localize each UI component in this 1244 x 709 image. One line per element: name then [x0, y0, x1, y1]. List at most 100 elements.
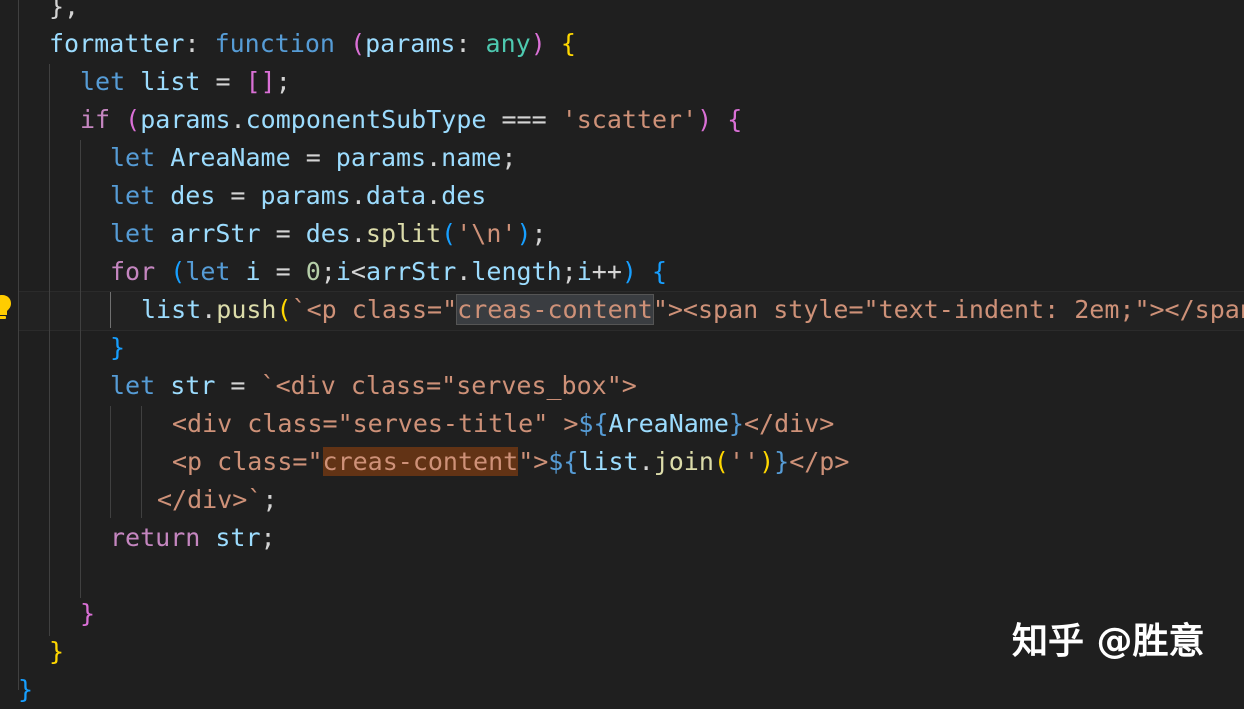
code-token: =	[260, 257, 306, 286]
code-token: any	[485, 29, 531, 58]
code-token: :	[184, 29, 215, 58]
code-token: let	[110, 181, 156, 210]
code-token: i	[576, 257, 592, 286]
code-token: )	[621, 257, 637, 286]
code-token: ;	[320, 257, 336, 286]
code-line[interactable]: }	[49, 633, 64, 671]
code-token: =	[290, 143, 336, 172]
code-token: },	[49, 0, 80, 21]
code-token: split	[365, 219, 442, 248]
code-line[interactable]: </div>`;	[157, 481, 277, 519]
code-token: .	[350, 181, 366, 210]
code-line[interactable]: }	[110, 329, 125, 367]
code-token: </p>	[789, 447, 850, 476]
code-line[interactable]: list.push(`<p class="creas-content"><spa…	[141, 291, 1244, 329]
code-token: =	[215, 181, 261, 210]
code-token: ">	[518, 447, 549, 476]
code-token: ${	[578, 409, 609, 438]
code-token: )	[759, 447, 775, 476]
code-token: ;	[531, 219, 547, 248]
code-line[interactable]: formatter: function (params: any) {	[49, 25, 576, 63]
code-token: :	[455, 29, 486, 58]
code-token: =	[215, 371, 261, 400]
code-token: list	[578, 447, 639, 476]
highlighted-token: creas-content	[322, 447, 519, 476]
code-line[interactable]: },	[49, 0, 79, 26]
code-token: i	[245, 257, 261, 286]
code-line[interactable]: <p class="creas-content">${list.join('')…	[172, 443, 849, 481]
code-line[interactable]: for (let i = 0;i<arrStr.length;i++) {	[110, 253, 667, 291]
code-line[interactable]: let des = params.data.des	[110, 177, 486, 215]
code-token: )	[697, 105, 713, 134]
code-token: }	[49, 637, 65, 666]
code-token: `<div class="serves_box">	[260, 371, 637, 400]
code-line[interactable]: return str;	[110, 519, 276, 557]
code-token: =	[200, 67, 246, 96]
code-token: .	[201, 295, 217, 324]
lightbulb-icon[interactable]	[0, 294, 12, 320]
code-token: (	[125, 105, 141, 134]
code-token: }	[728, 409, 744, 438]
highlighted-token: creas-content	[456, 294, 654, 325]
code-token: let	[110, 371, 156, 400]
code-token: <	[350, 257, 366, 286]
code-token: ;	[262, 485, 278, 514]
code-token: ;	[260, 523, 276, 552]
code-token: data	[365, 181, 427, 210]
code-token: if	[80, 105, 111, 134]
code-token: des	[305, 219, 351, 248]
code-token: .	[350, 219, 366, 248]
code-token: ;	[275, 67, 291, 96]
code-token: componentSubType	[245, 105, 487, 134]
code-token: (	[350, 29, 366, 58]
code-token: ;	[501, 143, 517, 172]
code-token: des	[441, 181, 487, 210]
indent-guide	[141, 406, 142, 518]
code-token: push	[216, 295, 277, 324]
code-token: (	[713, 447, 729, 476]
code-token: )	[516, 219, 532, 248]
code-token: AreaName	[608, 409, 729, 438]
code-token: .	[456, 257, 472, 286]
code-line[interactable]: }	[18, 671, 33, 709]
code-line[interactable]: }	[80, 595, 95, 633]
code-token: AreaName	[170, 143, 291, 172]
code-token: ''	[728, 447, 760, 476]
code-token: str	[215, 523, 261, 552]
code-line[interactable]: let list = [];	[80, 63, 291, 101]
code-token: for	[110, 257, 156, 286]
indent-guide	[49, 64, 50, 636]
code-token: let	[185, 257, 231, 286]
code-line[interactable]: if (params.componentSubType === 'scatter…	[80, 101, 742, 139]
code-editor[interactable]: }, formatter: function (params: any) { l…	[0, 0, 1244, 704]
code-token: function	[214, 29, 335, 58]
code-token: name	[441, 143, 502, 172]
code-token: ++	[591, 257, 622, 286]
code-line[interactable]: let AreaName = params.name;	[110, 139, 516, 177]
code-line[interactable]: <div class="serves-title" >${AreaName}</…	[172, 405, 834, 443]
code-token: ;	[561, 257, 577, 286]
indent-guide	[80, 140, 81, 598]
code-token: {	[652, 257, 668, 286]
code-token: params	[335, 143, 427, 172]
code-token: "><span style="text-indent: 2em;"></span…	[652, 295, 1244, 324]
code-line[interactable]: let arrStr = des.split('\n');	[110, 215, 547, 253]
code-token: (	[170, 257, 186, 286]
code-token: i	[335, 257, 351, 286]
code-line[interactable]: let str = `<div class="serves_box">	[110, 367, 637, 405]
code-token: .	[426, 143, 442, 172]
code-token: {	[727, 105, 743, 134]
code-token: ===	[486, 105, 562, 134]
